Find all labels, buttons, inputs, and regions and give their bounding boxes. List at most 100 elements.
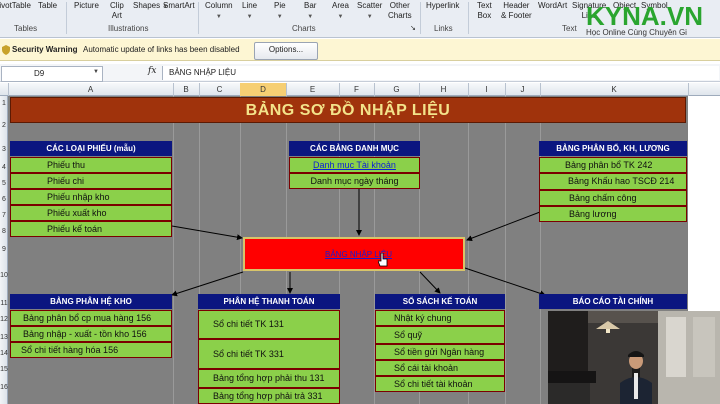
link-so-chi-tiet-131[interactable]: Sổ chi tiết TK 131 <box>198 310 340 339</box>
gridline <box>505 96 506 404</box>
link-bang-cham-cong[interactable]: Bảng chấm công <box>539 190 687 206</box>
column-header[interactable]: J <box>505 83 541 96</box>
ribbon-bar-button[interactable]: Bar ▼ <box>304 1 316 22</box>
row-header[interactable]: 15 <box>0 366 8 373</box>
column-header-selected[interactable]: D <box>240 83 287 96</box>
column-header[interactable]: C <box>199 83 241 96</box>
row-header[interactable]: 10 <box>0 272 8 279</box>
insert-function-icon[interactable]: fx <box>148 66 156 76</box>
hand-cursor-icon <box>378 253 388 267</box>
row-header[interactable]: 16 <box>0 384 8 391</box>
row-header[interactable]: 5 <box>0 180 8 187</box>
ribbon-picture-button[interactable]: Picture <box>74 1 99 11</box>
row-header[interactable]: 9 <box>0 246 8 253</box>
ribbon-hyperlink-button[interactable]: Hyperlink <box>426 1 459 11</box>
link-bang-luong[interactable]: Bảng lương <box>539 206 687 222</box>
link-bang-nhap-xuat-ton[interactable]: Bảng nhập - xuất - tồn kho 156 <box>10 326 172 342</box>
link-so-chi-tiet-tai-khoan[interactable]: Sổ chi tiết tài khoản <box>375 376 505 392</box>
link-so-chi-tiet-331[interactable]: Sổ chi tiết TK 331 <box>198 339 340 369</box>
chevron-down-icon[interactable]: ▼ <box>93 69 99 75</box>
ribbon-area-button[interactable]: Area ▼ <box>332 1 349 22</box>
row-header[interactable]: 13 <box>0 334 8 341</box>
ribbon-pivottable-button[interactable]: PivotTable <box>0 1 31 11</box>
column-header[interactable]: E <box>286 83 340 96</box>
link-bang-phan-bo-242[interactable]: Bảng phân bổ TK 242 <box>539 157 687 173</box>
center-input-box[interactable]: BẢNG NHẬP LIỆU <box>243 237 465 271</box>
name-box[interactable]: D9 ▼ <box>1 66 103 82</box>
row-header[interactable]: 2 <box>0 122 8 129</box>
ribbon-group-charts: Charts <box>292 24 316 33</box>
ribbon-pie-button[interactable]: Pie ▼ <box>274 1 286 22</box>
presenter-video <box>548 311 720 404</box>
ribbon-separator <box>468 2 469 34</box>
ribbon-label: PivotTable <box>0 1 31 10</box>
link-so-tien-gui[interactable]: Sổ tiền gửi Ngân hàng <box>375 344 505 360</box>
link-danh-muc-ngay-thang[interactable]: Danh mục ngày tháng <box>289 173 420 189</box>
formula-input[interactable]: BẢNG NHẬP LIỆU <box>162 66 719 80</box>
link-phieu-thu[interactable]: Phiếu thu <box>10 157 172 173</box>
kyna-logo: KYNA.VN Học Online Cùng Chuyên Gi <box>586 2 720 38</box>
row-header[interactable]: 4 <box>0 164 8 171</box>
formula-value: BẢNG NHẬP LIỆU <box>169 68 236 77</box>
ribbon-table-button[interactable]: Table <box>38 1 57 11</box>
ribbon-header-footer-button[interactable]: Header & Footer <box>501 1 532 21</box>
row-header[interactable]: 3 <box>0 146 8 153</box>
ribbon-label: Header <box>503 1 530 10</box>
link-phieu-chi[interactable]: Phiếu chi <box>10 173 172 189</box>
ribbon-label: & Footer <box>501 11 532 20</box>
column-header[interactable]: B <box>173 83 200 96</box>
row-header[interactable]: 7 <box>0 212 8 219</box>
link-so-chi-tiet-hang-hoa[interactable]: Sổ chi tiết hàng hóa 156 <box>10 342 172 358</box>
dialog-launcher-icon[interactable]: ↘ <box>410 24 416 34</box>
column-header[interactable]: A <box>8 83 174 96</box>
ribbon-scatter-button[interactable]: Scatter ▼ <box>357 1 382 22</box>
hyperlink-text[interactable]: Danh mục Tài khoản <box>313 160 396 170</box>
link-tong-hop-phai-tra[interactable]: Bảng tổng hợp phải trả 331 <box>198 388 340 404</box>
ribbon-clipart-button[interactable]: Clip Art <box>110 1 124 21</box>
ribbon-label: Text <box>477 1 492 10</box>
ribbon-other-charts-button[interactable]: Other Charts <box>388 1 412 21</box>
ribbon-group-text: Text <box>562 24 577 33</box>
row-header[interactable]: 11 <box>0 300 8 307</box>
sheet-title-banner: BẢNG SƠ ĐỒ NHẬP LIỆU <box>10 97 686 123</box>
ribbon-separator <box>420 2 421 34</box>
link-tong-hop-phai-thu[interactable]: Bảng tổng hợp phải thu 131 <box>198 369 340 388</box>
row-header[interactable]: 14 <box>0 350 8 357</box>
link-nhat-ky-chung[interactable]: Nhật ký chung <box>375 310 505 326</box>
column-header[interactable]: K <box>540 83 689 96</box>
row-header[interactable]: 8 <box>0 228 8 235</box>
link-bang-khau-hao[interactable]: Bảng Khấu hao TSCĐ 214 <box>539 173 687 190</box>
link-phieu-nhap-kho[interactable]: Phiếu nhập kho <box>10 189 172 205</box>
box-header: CÁC LOẠI PHIẾU (mẫu) <box>10 141 172 156</box>
link-bang-phan-bo-cp[interactable]: Bảng phân bổ cp mua hàng 156 <box>10 310 172 326</box>
link-phieu-ke-toan[interactable]: Phiếu kế toán <box>10 221 172 237</box>
box-header: PHÂN HỆ THANH TOÁN <box>198 294 340 309</box>
column-header[interactable]: H <box>419 83 469 96</box>
row-header[interactable]: 12 <box>0 316 8 323</box>
webcam-overlay <box>548 311 720 404</box>
box-so-sach-ke-toan: SỔ SÁCH KẾ TOÁN Nhật ký chung Sổ quỹ Sổ … <box>375 294 505 392</box>
column-header[interactable]: F <box>339 83 375 96</box>
sheet-title: BẢNG SƠ ĐỒ NHẬP LIỆU <box>245 102 451 119</box>
ribbon-group-illustrations: Illustrations <box>108 24 149 33</box>
box-phan-he-thanh-toan: PHÂN HỆ THANH TOÁN Sổ chi tiết TK 131 Sổ… <box>198 294 340 404</box>
ribbon-line-button[interactable]: Line ▼ <box>242 1 257 22</box>
options-button[interactable]: Options... <box>254 42 318 60</box>
ribbon-textbox-button[interactable]: Text Box <box>477 1 492 21</box>
box-header: BÁO CÁO TÀI CHÍNH <box>539 294 687 309</box>
ribbon-column-button[interactable]: Column ▼ <box>205 1 233 22</box>
link-so-cai[interactable]: Sổ cái tài khoản <box>375 360 505 376</box>
row-header[interactable]: 1 <box>0 100 8 107</box>
link-danh-muc-tai-khoan[interactable]: Danh mục Tài khoản <box>289 157 420 173</box>
link-so-quy[interactable]: Sổ quỹ <box>375 326 505 344</box>
row-header[interactable]: 6 <box>0 196 8 203</box>
link-phieu-xuat-kho[interactable]: Phiếu xuất kho <box>10 205 172 221</box>
ribbon-label: Charts <box>388 11 412 20</box>
ribbon-label: Art <box>111 11 122 20</box>
ribbon-label: Area <box>332 1 349 10</box>
ribbon-smartart-button[interactable]: SmartArt <box>163 1 195 11</box>
column-header[interactable]: I <box>468 83 506 96</box>
column-header[interactable]: G <box>374 83 420 96</box>
ribbon-wordart-button[interactable]: WordArt <box>538 1 567 11</box>
security-warning-title: Security Warning <box>12 45 78 54</box>
